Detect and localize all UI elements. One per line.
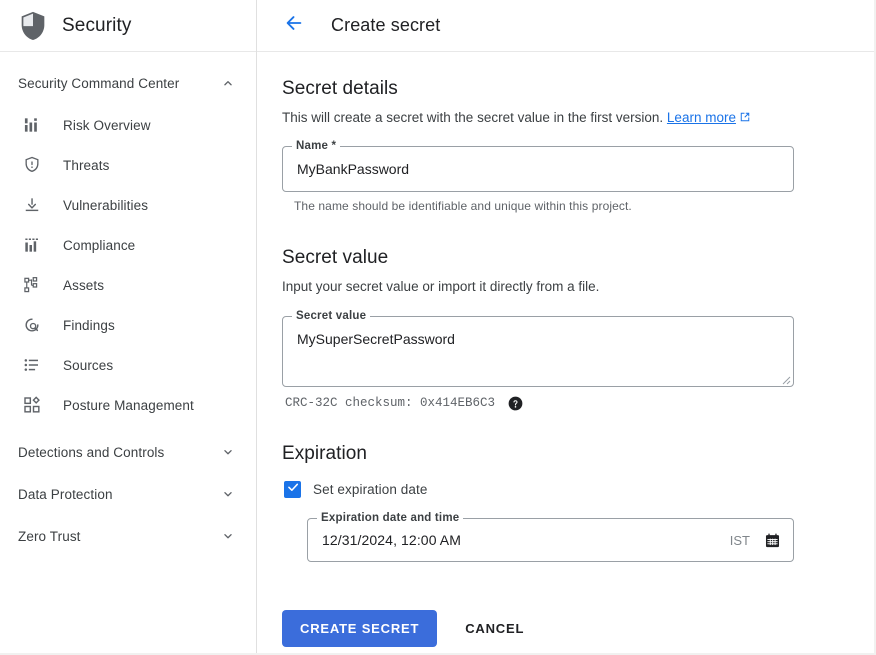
- secret-details-description: This will create a secret with the secre…: [282, 108, 844, 128]
- expiration-date-field[interactable]: Expiration date and time 12/31/2024, 12:…: [307, 518, 794, 562]
- checksum-label: CRC-32C checksum: 0x414EB6C3: [285, 396, 495, 410]
- sidebar-group-label: Zero Trust: [18, 529, 81, 544]
- chevron-down-icon: [220, 486, 236, 502]
- secret-name-field[interactable]: Name * MyBankPassword: [282, 146, 794, 192]
- learn-more-link[interactable]: Learn more: [667, 110, 736, 125]
- sidebar-item-label: Vulnerabilities: [63, 198, 148, 213]
- compliance-bars-icon: [22, 235, 42, 255]
- sidebar-item-vulnerabilities[interactable]: Vulnerabilities: [0, 185, 256, 225]
- sidebar-brand-title: Security: [62, 15, 131, 37]
- sidebar-group-detections-and-controls[interactable]: Detections and Controls: [0, 431, 256, 473]
- back-button[interactable]: [279, 11, 309, 41]
- cancel-button[interactable]: CANCEL: [449, 610, 540, 647]
- shield-icon: [16, 9, 50, 43]
- page-title: Create secret: [331, 15, 440, 36]
- sidebar-item-label: Sources: [63, 358, 113, 373]
- sidebar-item-label: Findings: [63, 318, 115, 333]
- sidebar-item-risk-overview[interactable]: Risk Overview: [0, 105, 256, 145]
- list-icon: [22, 355, 42, 375]
- set-expiration-date-label: Set expiration date: [313, 482, 427, 497]
- secret-name-legend: Name *: [292, 140, 340, 153]
- secret-value-description: Input your secret value or import it dir…: [282, 277, 844, 297]
- chevron-down-icon: [220, 444, 236, 460]
- expiration-date-wrapper: Expiration date and time 12/31/2024, 12:…: [307, 518, 844, 562]
- main-content: Secret details This will create a secret…: [257, 52, 874, 653]
- sidebar-item-compliance[interactable]: Compliance: [0, 225, 256, 265]
- sidebar-item-label: Assets: [63, 278, 104, 293]
- check-icon: [286, 480, 300, 499]
- asset-hierarchy-icon: [22, 275, 42, 295]
- secret-value-legend: Secret value: [292, 310, 370, 323]
- secret-details-heading: Secret details: [282, 78, 844, 100]
- expiration-date-inner: 12/31/2024, 12:00 AM IST: [308, 519, 793, 561]
- secret-details-description-text: This will create a secret with the secre…: [282, 110, 663, 125]
- sidebar-item-assets[interactable]: Assets: [0, 265, 256, 305]
- secret-value-heading: Secret value: [282, 247, 844, 269]
- learn-more-label: Learn more: [667, 110, 736, 125]
- sidebar-group-label: Detections and Controls: [18, 445, 164, 460]
- sidebar-item-sources[interactable]: Sources: [0, 345, 256, 385]
- sidebar-brand[interactable]: Security: [0, 0, 256, 52]
- calendar-icon[interactable]: [764, 532, 781, 549]
- secret-name-helper-text: The name should be identifiable and uniq…: [294, 199, 844, 213]
- external-link-icon: [739, 109, 751, 121]
- sidebar: Security Security Command Center: [0, 0, 257, 653]
- sidebar-item-label: Threats: [63, 158, 109, 173]
- download-alert-icon: [22, 195, 42, 215]
- secret-value-field[interactable]: Secret value MySuperSecretPassword: [282, 316, 794, 387]
- app-window: Security Security Command Center: [0, 0, 876, 655]
- checksum-row: CRC-32C checksum: 0x414EB6C3: [285, 396, 844, 411]
- sidebar-group-label: Data Protection: [18, 487, 113, 502]
- arrow-left-icon: [283, 12, 305, 39]
- set-expiration-date-checkbox[interactable]: [284, 481, 301, 498]
- main-panel: Create secret Secret details This will c…: [257, 0, 874, 653]
- sidebar-item-label: Risk Overview: [63, 118, 151, 133]
- expiration-heading: Expiration: [282, 443, 844, 465]
- main-header: Create secret: [257, 0, 874, 52]
- sidebar-item-label: Compliance: [63, 238, 135, 253]
- expiration-date-legend: Expiration date and time: [317, 512, 463, 525]
- chevron-up-icon: [220, 75, 236, 91]
- expiration-timezone-label: IST: [730, 533, 750, 548]
- posture-grid-icon: [22, 395, 42, 415]
- sidebar-item-posture-management[interactable]: Posture Management: [0, 385, 256, 425]
- findings-search-icon: [22, 315, 42, 335]
- chevron-down-icon: [220, 528, 236, 544]
- create-secret-button[interactable]: CREATE SECRET: [282, 610, 437, 647]
- resize-handle[interactable]: [779, 372, 791, 384]
- sidebar-item-threats[interactable]: Threats: [0, 145, 256, 185]
- sidebar-item-label: Posture Management: [63, 398, 194, 413]
- sidebar-group-label: Security Command Center: [18, 76, 179, 91]
- secret-value-textarea[interactable]: MySuperSecretPassword: [283, 317, 793, 386]
- sidebar-group-data-protection[interactable]: Data Protection: [0, 473, 256, 515]
- shield-alert-icon: [22, 155, 42, 175]
- set-expiration-date-checkbox-row[interactable]: Set expiration date: [284, 481, 844, 498]
- expiration-date-input[interactable]: 12/31/2024, 12:00 AM: [322, 532, 730, 548]
- form-actions: CREATE SECRET CANCEL: [282, 610, 844, 647]
- bar-chart-icon: [22, 115, 42, 135]
- sidebar-item-findings[interactable]: Findings: [0, 305, 256, 345]
- sidebar-nav: Security Command Center Risk Overvi: [0, 52, 256, 557]
- help-circle-icon[interactable]: [508, 396, 523, 411]
- sidebar-group-zero-trust[interactable]: Zero Trust: [0, 515, 256, 557]
- sidebar-group-security-command-center[interactable]: Security Command Center: [0, 64, 256, 102]
- secret-name-input[interactable]: MyBankPassword: [283, 147, 793, 191]
